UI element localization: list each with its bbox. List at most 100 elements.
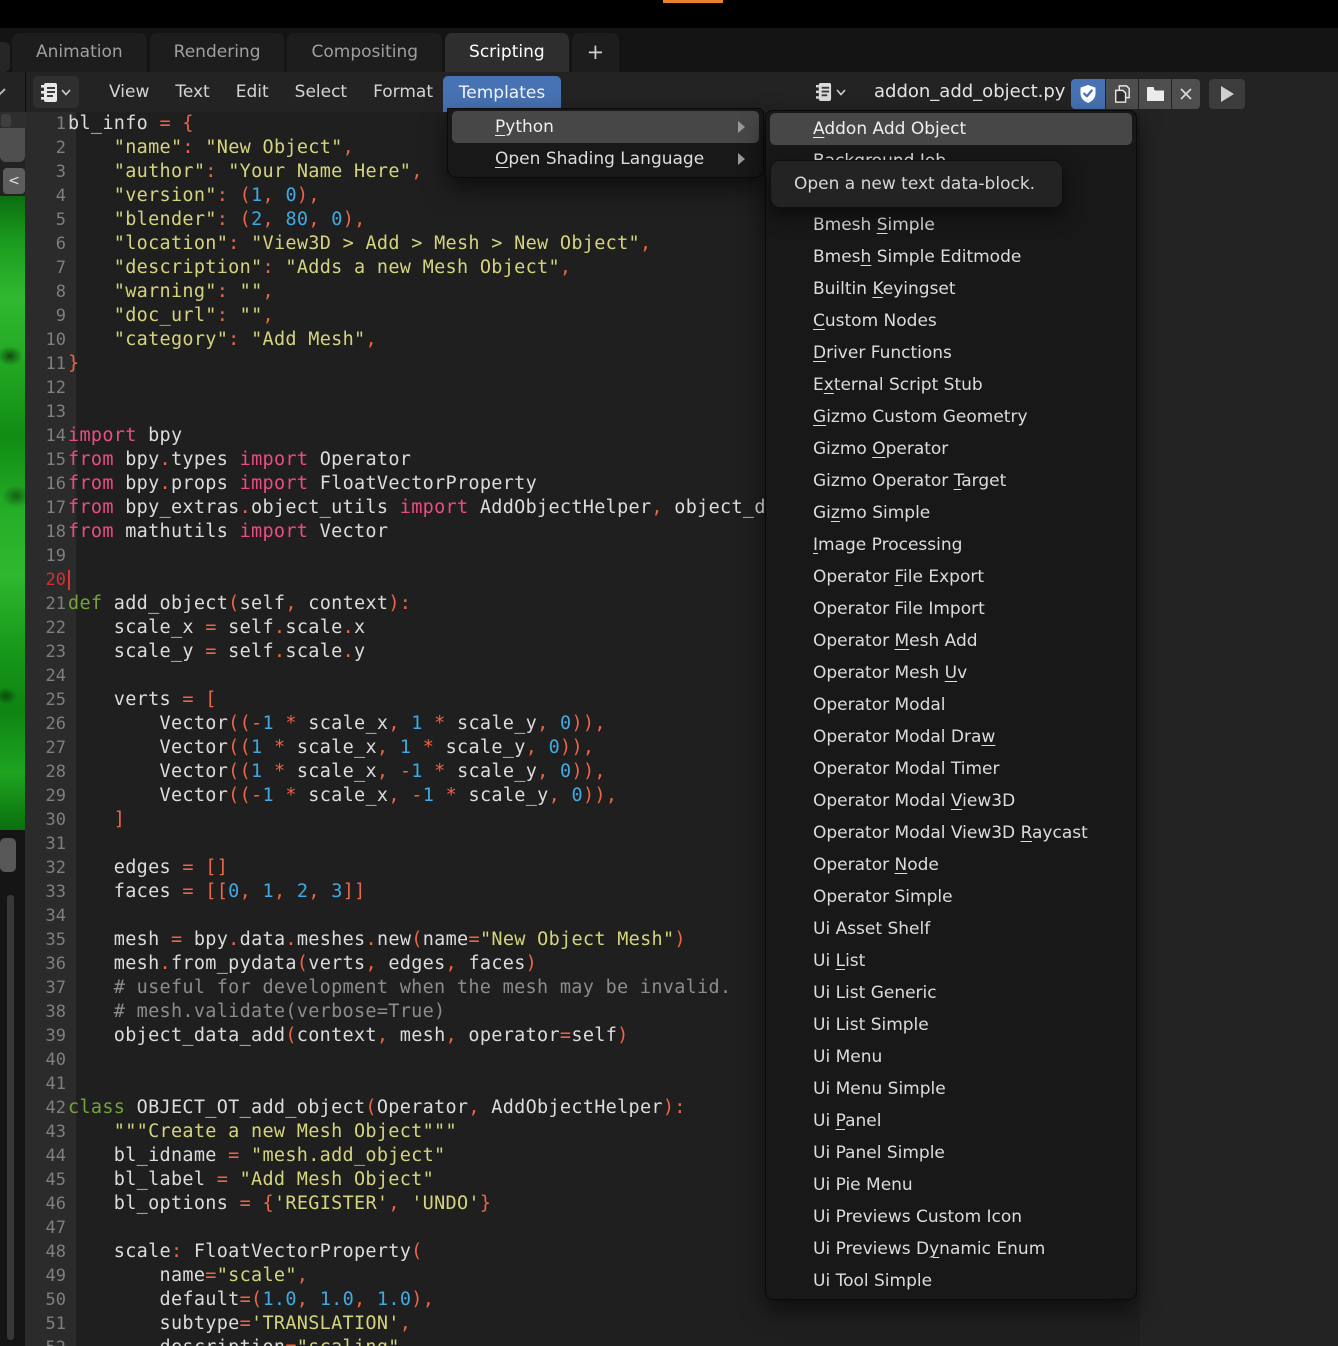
menu-item-bmesh-simple-editmode[interactable]: Bmesh Simple Editmode (770, 241, 1132, 273)
menu-item-gizmo-simple[interactable]: Gizmo Simple (770, 497, 1132, 529)
menu-templates[interactable]: Templates (443, 76, 561, 112)
menu-item-label: Ui Previews Dynamic Enum (813, 1239, 1045, 1259)
menu-item-gizmo-operator[interactable]: Gizmo Operator (770, 433, 1132, 465)
workspace-tab-scripting[interactable]: Scripting (445, 33, 569, 72)
menu-format[interactable]: Format (360, 72, 446, 112)
viewport-gizmo-fragment (0, 128, 25, 162)
left-lower-region (0, 830, 25, 1346)
menu-item-ui-list-simple[interactable]: Ui List Simple (770, 1009, 1132, 1041)
menu-item-ui-panel-simple[interactable]: Ui Panel Simple (770, 1137, 1132, 1169)
code-line: mesh = bpy.data.meshes.new(name="New Obj… (68, 928, 846, 952)
templates-dropdown-menu: Python Open Shading Language (447, 108, 764, 178)
code-line: # mesh.validate(verbose=True) (68, 1000, 846, 1024)
unlink-datablock-button[interactable] (1172, 79, 1200, 109)
menu-item-label: Ui Pie Menu (813, 1175, 913, 1195)
fake-user-shield-toggle[interactable] (1071, 79, 1105, 109)
menu-item-ui-previews-dynamic-enum[interactable]: Ui Previews Dynamic Enum (770, 1233, 1132, 1265)
new-text-button[interactable] (1106, 79, 1138, 109)
menu-item-ui-previews-custom-icon[interactable]: Ui Previews Custom Icon (770, 1201, 1132, 1233)
code-line (68, 544, 846, 568)
menu-item-operator-modal-timer[interactable]: Operator Modal Timer (770, 753, 1132, 785)
chevron-down-icon (61, 89, 71, 96)
text-editor-code-area[interactable]: 1234567891011121314151617181920212223242… (25, 112, 1338, 1346)
vertical-scrollbar[interactable] (7, 895, 14, 1340)
code-area-right-margin (1140, 112, 1338, 1346)
menu-item-driver-functions[interactable]: Driver Functions (770, 337, 1132, 369)
code-line (68, 904, 846, 928)
code-line (68, 1072, 846, 1096)
code-line: Vector((1 * scale_x, 1 * scale_y, 0)), (68, 736, 846, 760)
menu-item-label: Ui Asset Shelf (813, 919, 930, 939)
workspace-tab-rendering[interactable]: Rendering (150, 33, 285, 72)
text-name-field[interactable]: addon_add_object.py (874, 72, 1065, 112)
menu-item-operator-modal[interactable]: Operator Modal (770, 689, 1132, 721)
menu-item-gizmo-custom-geometry[interactable]: Gizmo Custom Geometry (770, 401, 1132, 433)
menu-item-ui-menu-simple[interactable]: Ui Menu Simple (770, 1073, 1132, 1105)
menu-item-label: Operator Modal View3D (813, 791, 1015, 811)
open-text-button[interactable] (1139, 79, 1171, 109)
menu-item-python[interactable]: Python (452, 111, 759, 143)
menu-item-operator-mesh-add[interactable]: Operator Mesh Add (770, 625, 1132, 657)
code-line: ] (68, 808, 846, 832)
tooltip: Open a new text data-block. (770, 160, 1063, 208)
menu-item-label: Open Shading Language (495, 149, 704, 169)
menu-item-open-shading-language[interactable]: Open Shading Language (452, 143, 759, 175)
code-line (68, 664, 846, 688)
menu-item-ui-list[interactable]: Ui List (770, 945, 1132, 977)
menu-item-bmesh-simple[interactable]: Bmesh Simple (770, 209, 1132, 241)
menu-item-custom-nodes[interactable]: Custom Nodes (770, 305, 1132, 337)
menu-item-label: Operator Mesh Uv (813, 663, 967, 683)
code-line: "location": "View3D > Add > Mesh > New O… (68, 232, 846, 256)
menu-item-label: Ui Panel Simple (813, 1143, 945, 1163)
menu-item-operator-file-import[interactable]: Operator File Import (770, 593, 1132, 625)
menu-item-ui-menu[interactable]: Ui Menu (770, 1041, 1132, 1073)
menu-item-image-processing[interactable]: Image Processing (770, 529, 1132, 561)
menu-item-builtin-keyingset[interactable]: Builtin Keyingset (770, 273, 1132, 305)
menu-text[interactable]: Text (162, 72, 222, 112)
menu-item-ui-asset-shelf[interactable]: Ui Asset Shelf (770, 913, 1132, 945)
header-menu-bar: ViewTextEditSelectFormat (96, 72, 446, 112)
menu-item-label: Custom Nodes (813, 311, 937, 331)
viewport-3d-sliver[interactable]: < (0, 112, 25, 830)
code-line (68, 832, 846, 856)
menu-item-label: Python (495, 117, 554, 137)
editor-type-selector[interactable] (33, 76, 79, 108)
code-line: object_data_add(context, mesh, operator=… (68, 1024, 846, 1048)
run-script-button[interactable] (1209, 79, 1245, 109)
text-datablock-selector[interactable] (816, 76, 860, 108)
menu-item-label: Operator Simple (813, 887, 953, 907)
menu-edit[interactable]: Edit (223, 72, 282, 112)
code-line: mesh.from_pydata(verts, edges, faces) (68, 952, 846, 976)
menu-item-operator-node[interactable]: Operator Node (770, 849, 1132, 881)
code-line (68, 1216, 846, 1240)
code-line: name="scale", (68, 1264, 846, 1288)
menu-item-gizmo-operator-target[interactable]: Gizmo Operator Target (770, 465, 1132, 497)
menu-view[interactable]: View (96, 72, 162, 112)
menu-item-label: Ui List (813, 951, 865, 971)
workspace-tab-compositing[interactable]: Compositing (287, 33, 442, 72)
code-line: } (68, 352, 846, 376)
code-line: class OBJECT_OT_add_object(Operator, Add… (68, 1096, 846, 1120)
menu-item-operator-modal-view3d[interactable]: Operator Modal View3D (770, 785, 1132, 817)
menu-item-ui-tool-simple[interactable]: Ui Tool Simple (770, 1265, 1132, 1297)
menu-item-operator-file-export[interactable]: Operator File Export (770, 561, 1132, 593)
menu-item-operator-modal-view3d-raycast[interactable]: Operator Modal View3D Raycast (770, 817, 1132, 849)
menu-item-addon-add-object[interactable]: Addon Add Object (770, 113, 1132, 145)
sidebar-collapse-button[interactable]: < (3, 168, 25, 194)
menu-item-operator-mesh-uv[interactable]: Operator Mesh Uv (770, 657, 1132, 689)
code-line: from mathutils import Vector (68, 520, 846, 544)
menu-item-label: Ui Panel (813, 1111, 881, 1131)
menu-select[interactable]: Select (282, 72, 360, 112)
menu-item-ui-list-generic[interactable]: Ui List Generic (770, 977, 1132, 1009)
code-line: "description": "Adds a new Mesh Object", (68, 256, 846, 280)
menu-item-operator-modal-draw[interactable]: Operator Modal Draw (770, 721, 1132, 753)
add-workspace-button[interactable]: + (572, 33, 620, 72)
menu-item-operator-simple[interactable]: Operator Simple (770, 881, 1132, 913)
workspace-tab-animation[interactable]: Animation (12, 33, 147, 72)
region-handle[interactable] (0, 838, 16, 872)
menu-item-ui-pie-menu[interactable]: Ui Pie Menu (770, 1169, 1132, 1201)
text-cursor (68, 570, 70, 590)
workspace-tab-bar: AnimationRenderingCompositingScripting+ (0, 28, 1338, 72)
menu-item-external-script-stub[interactable]: External Script Stub (770, 369, 1132, 401)
menu-item-ui-panel[interactable]: Ui Panel (770, 1105, 1132, 1137)
